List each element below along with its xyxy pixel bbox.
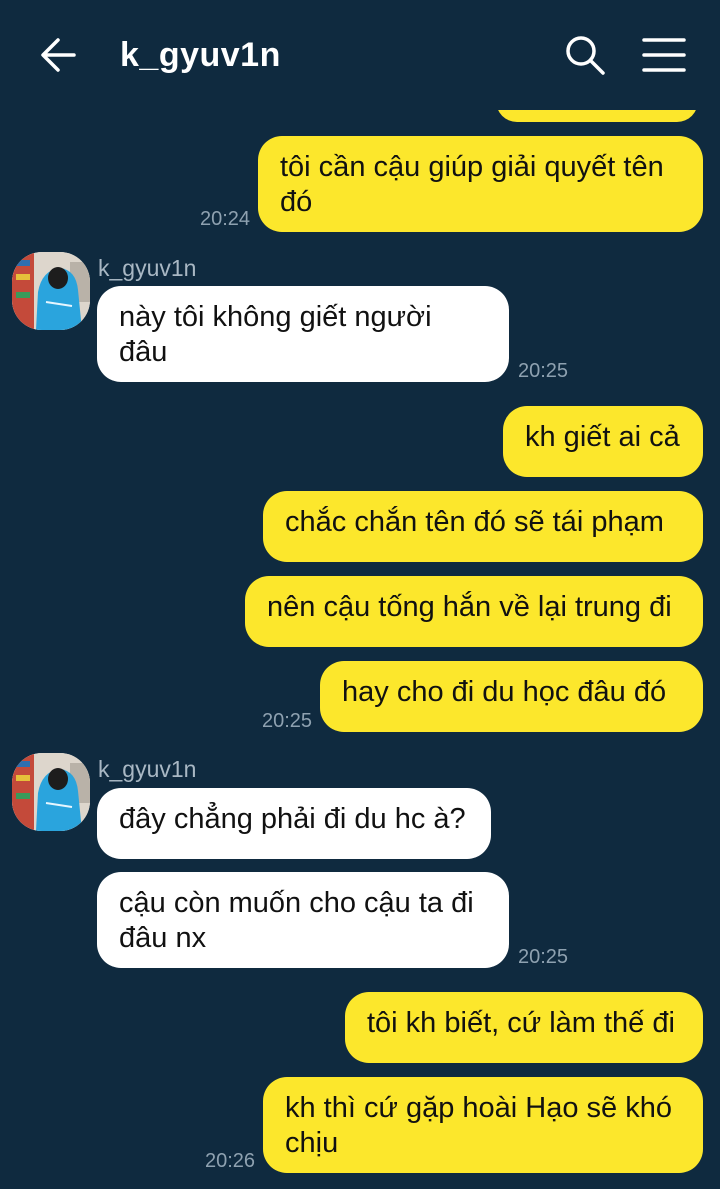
message-text: tôi cần cậu giúp giải quyết tên đó — [280, 151, 664, 218]
sender-name: k_gyuv1n — [98, 756, 197, 782]
message-time: 20:25 — [262, 710, 313, 732]
avatar-image — [12, 252, 90, 330]
hamburger-menu-icon — [642, 38, 686, 72]
message-bubble-incoming[interactable]: này tôi không giết người đâu — [97, 286, 509, 382]
message-bubble-incoming[interactable]: đây chẳng phải đi du hc à? — [97, 788, 491, 859]
avatar[interactable] — [12, 252, 90, 330]
message-text: kh thì cứ gặp hoài Hạo sẽ khó chịu — [285, 1092, 672, 1159]
chat-header: k_gyuv1n — [0, 0, 720, 110]
message-text: chắc chắn tên đó sẽ tái phạm — [285, 506, 664, 538]
avatar[interactable] — [12, 753, 90, 831]
avatar-image — [12, 753, 90, 831]
message-time: 20:25 — [518, 360, 569, 382]
message-time: 20:25 — [518, 946, 569, 968]
message-bubble-outgoing[interactable]: tôi kh biết, cứ làm thế đi — [345, 992, 703, 1063]
back-button[interactable] — [38, 34, 80, 76]
chat-title: k_gyuv1n — [120, 36, 281, 74]
message-bubble-outgoing[interactable]: chắc chắn tên đó sẽ tái phạm — [263, 491, 703, 562]
message-text: đây chẳng phải đi du hc à? — [119, 803, 466, 835]
message-text: kh giết ai cả — [525, 421, 680, 453]
search-button[interactable] — [564, 34, 606, 76]
menu-button[interactable] — [642, 36, 686, 76]
message-bubble-outgoing[interactable]: kh giết ai cả — [503, 406, 703, 477]
sender-name: k_gyuv1n — [98, 255, 197, 281]
message-text: nên cậu tống hắn về lại trung đi — [267, 591, 672, 623]
message-bubble-outgoing[interactable]: kh thì cứ gặp hoài Hạo sẽ khó chịu — [263, 1077, 703, 1173]
message-time: 20:26 — [205, 1150, 256, 1172]
message-text: hay cho đi du học đâu đó — [342, 676, 667, 708]
message-bubble-outgoing[interactable]: tôi cần cậu giúp giải quyết tên đó — [258, 136, 703, 232]
message-time: 20:24 — [200, 208, 251, 230]
arrow-left-icon — [41, 38, 76, 72]
message-text: tôi kh biết, cứ làm thế đi — [367, 1007, 675, 1039]
message-text: này tôi không giết người đâu — [119, 301, 432, 368]
search-icon — [566, 36, 605, 75]
message-bubble-incoming[interactable]: cậu còn muốn cho cậu ta đi đâu nx — [97, 872, 509, 968]
chat-area[interactable]: tôi cần cậu giúp giải quyết tên đó 20:24… — [0, 0, 720, 1189]
message-bubble-outgoing[interactable]: hay cho đi du học đâu đó — [320, 661, 703, 732]
message-text: cậu còn muốn cho cậu ta đi đâu nx — [119, 887, 474, 954]
message-bubble-outgoing[interactable]: nên cậu tống hắn về lại trung đi — [245, 576, 703, 647]
